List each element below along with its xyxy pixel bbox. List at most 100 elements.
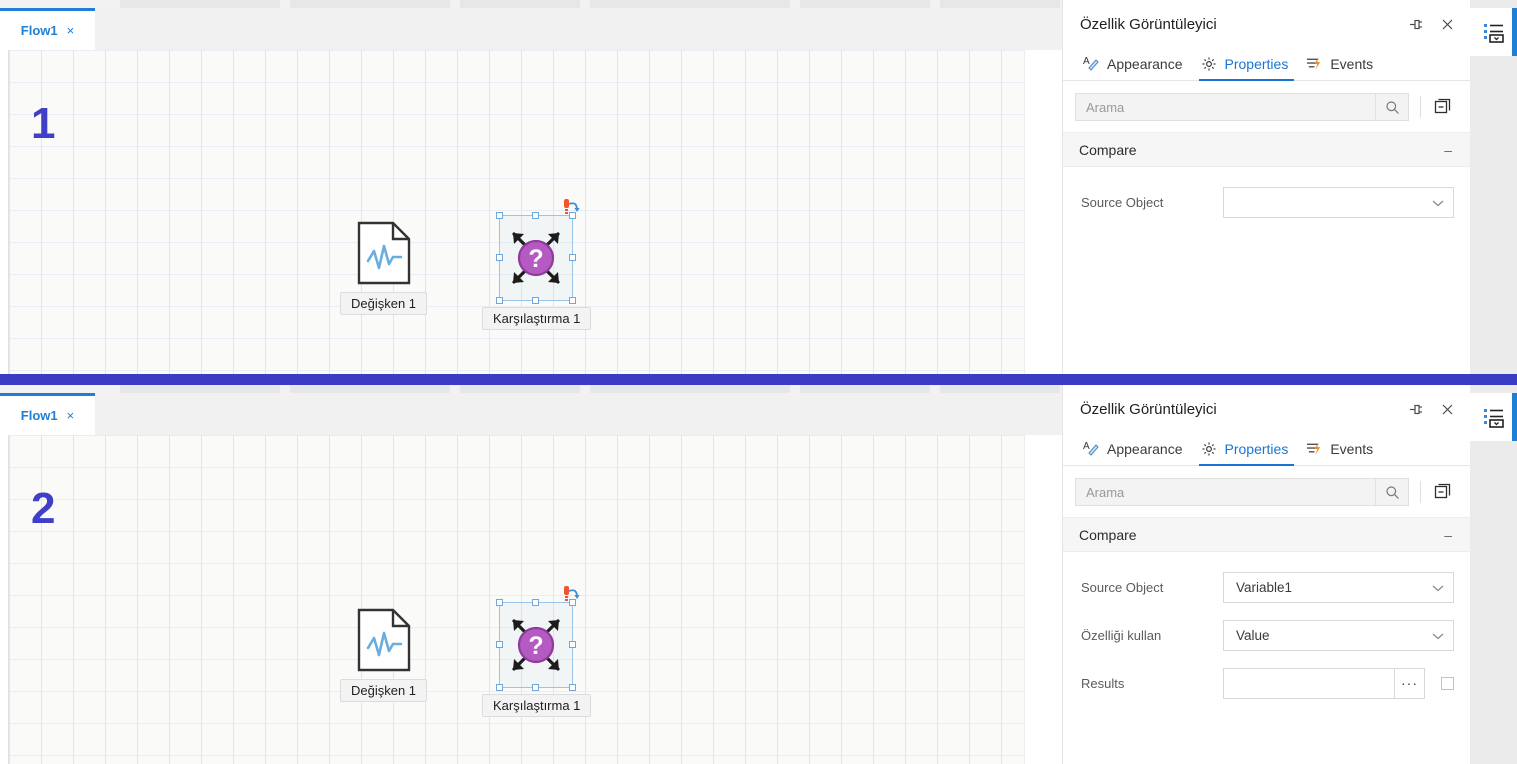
- close-icon[interactable]: ×: [67, 409, 75, 422]
- step-number: 1: [31, 99, 56, 148]
- search-icon[interactable]: [1375, 94, 1408, 120]
- group-header-compare[interactable]: Compare –: [1063, 133, 1470, 167]
- tab-label: Events: [1330, 440, 1374, 457]
- flow-tabbar-1: Flow1 ×: [0, 8, 1062, 50]
- svg-text:?: ?: [528, 245, 543, 273]
- panel-tabs: A Appearance Properties Events: [1063, 48, 1470, 81]
- appearance-icon: A: [1083, 440, 1100, 457]
- svg-text:?: ?: [528, 632, 543, 660]
- chevron-down-icon: [1432, 195, 1444, 210]
- search-input[interactable]: [1076, 94, 1375, 120]
- search-input[interactable]: [1076, 479, 1375, 505]
- tab-appearance[interactable]: A Appearance: [1077, 55, 1193, 80]
- panel-search-row: [1063, 81, 1470, 133]
- tab-label: Properties: [1224, 55, 1289, 72]
- gear-icon: [1201, 440, 1218, 457]
- flow-node-label: Değişken 1: [340, 292, 428, 315]
- property-label: Results: [1081, 675, 1125, 691]
- tab-label: Properties: [1224, 440, 1289, 457]
- property-row: Özelliği kullan Value: [1063, 611, 1470, 659]
- canvas-vertical-scrollbar[interactable]: [1024, 435, 1038, 764]
- panel-title: Özellik Görüntüleyici: [1080, 15, 1217, 33]
- events-lightning-icon: [1306, 55, 1323, 72]
- tab-label: Appearance: [1107, 55, 1183, 72]
- panel-header: Özellik Görüntüleyici: [1063, 385, 1470, 433]
- property-label: Source Object: [1081, 194, 1164, 210]
- step-number: 2: [31, 484, 56, 533]
- panel-search-row: [1063, 466, 1470, 518]
- group-collapse-toggle[interactable]: –: [1442, 141, 1454, 159]
- panel-tabs: A Appearance Properties Events: [1063, 433, 1470, 466]
- variable-document-icon: [356, 220, 412, 286]
- tab-events[interactable]: Events: [1300, 55, 1383, 80]
- use-property-select[interactable]: Value: [1223, 619, 1454, 651]
- chevron-down-icon: [1432, 628, 1444, 643]
- events-lightning-icon: [1306, 440, 1323, 457]
- flow-canvas-2[interactable]: 2 Değişken 1 ? Karşılaştırma 1: [8, 435, 1038, 764]
- results-browse-button[interactable]: ···: [1394, 667, 1425, 699]
- screenshot-divider: [0, 374, 1517, 385]
- right-rail-2: [1470, 385, 1517, 764]
- property-list-icon[interactable]: [1470, 8, 1517, 56]
- appearance-icon: A: [1083, 55, 1100, 72]
- select-value: Value: [1236, 627, 1270, 643]
- tab-properties[interactable]: Properties: [1195, 55, 1299, 81]
- close-icon[interactable]: [1438, 400, 1456, 418]
- group-title: Compare: [1079, 141, 1137, 158]
- gear-icon: [1201, 55, 1218, 72]
- property-row: Source Object: [1063, 178, 1470, 226]
- rail-active-accent: [1512, 8, 1517, 56]
- canvas-vertical-scrollbar[interactable]: [1024, 50, 1038, 374]
- flow-node-comparison[interactable]: ? Karşılaştırma 1: [482, 199, 592, 330]
- tab-label: Flow1: [20, 408, 58, 423]
- toolbar-separator: [1420, 96, 1421, 118]
- search-box[interactable]: [1075, 478, 1409, 506]
- flow-node-label: Karşılaştırma 1: [482, 694, 592, 717]
- flow-canvas-1[interactable]: 1 Değişken 1 ? Karşılaştırma 1: [8, 50, 1038, 374]
- group-collapse-toggle[interactable]: –: [1442, 526, 1454, 544]
- group-header-compare[interactable]: Compare –: [1063, 518, 1470, 552]
- select-value: Variable1: [1236, 579, 1293, 595]
- flow-node-comparison[interactable]: ? Karşılaştırma 1: [482, 586, 592, 717]
- flow-node-variable[interactable]: Değişken 1: [340, 220, 428, 315]
- flow-node-label: Değişken 1: [340, 679, 428, 702]
- search-icon[interactable]: [1375, 479, 1408, 505]
- source-object-select[interactable]: Variable1: [1223, 571, 1454, 603]
- property-row: Results ···: [1063, 659, 1470, 707]
- property-rows: Source Object Variable1 Özelliği kullan …: [1063, 552, 1470, 707]
- flow-tabbar-2: Flow1 ×: [0, 393, 1062, 435]
- property-label: Özelliği kullan: [1081, 627, 1162, 643]
- property-rows: Source Object: [1063, 167, 1470, 226]
- flow-node-variable[interactable]: Değişken 1: [340, 607, 428, 702]
- comparison-question-icon: ?: [501, 604, 571, 686]
- tab-flow1[interactable]: Flow1 ×: [0, 8, 95, 50]
- tab-appearance[interactable]: A Appearance: [1077, 440, 1193, 465]
- pin-icon[interactable]: [1406, 15, 1424, 33]
- property-list-icon[interactable]: [1470, 393, 1517, 441]
- tab-properties[interactable]: Properties: [1195, 440, 1299, 466]
- rail-active-accent: [1512, 393, 1517, 441]
- screenshot-panel-1: Flow1 × 1 Değişken 1 ? Karşılaştırma 1 Ö…: [0, 0, 1517, 374]
- tab-label: Events: [1330, 55, 1374, 72]
- screenshot-stack: Flow1 × 1 Değişken 1 ? Karşılaştırma 1 Ö…: [0, 0, 1517, 764]
- tab-label: Appearance: [1107, 440, 1183, 457]
- close-icon[interactable]: ×: [67, 24, 75, 37]
- results-input[interactable]: [1223, 667, 1394, 699]
- source-object-select[interactable]: [1223, 186, 1454, 218]
- panel-header: Özellik Görüntüleyici: [1063, 0, 1470, 48]
- collapse-all-icon[interactable]: [1432, 481, 1454, 503]
- comparison-question-icon: ?: [501, 217, 571, 299]
- pin-icon[interactable]: [1406, 400, 1424, 418]
- collapse-all-icon[interactable]: [1432, 96, 1454, 118]
- right-rail-1: [1470, 0, 1517, 374]
- property-label: Source Object: [1081, 579, 1164, 595]
- flow-node-label: Karşılaştırma 1: [482, 307, 592, 330]
- tab-flow1[interactable]: Flow1 ×: [0, 393, 95, 435]
- property-row: Source Object Variable1: [1063, 563, 1470, 611]
- close-icon[interactable]: [1438, 15, 1456, 33]
- tab-events[interactable]: Events: [1300, 440, 1383, 465]
- results-checkbox[interactable]: [1441, 676, 1454, 690]
- search-box[interactable]: [1075, 93, 1409, 121]
- property-viewer-panel-2: Özellik Görüntüleyici A Appearance Prope…: [1062, 385, 1470, 764]
- toolbar-separator: [1420, 481, 1421, 503]
